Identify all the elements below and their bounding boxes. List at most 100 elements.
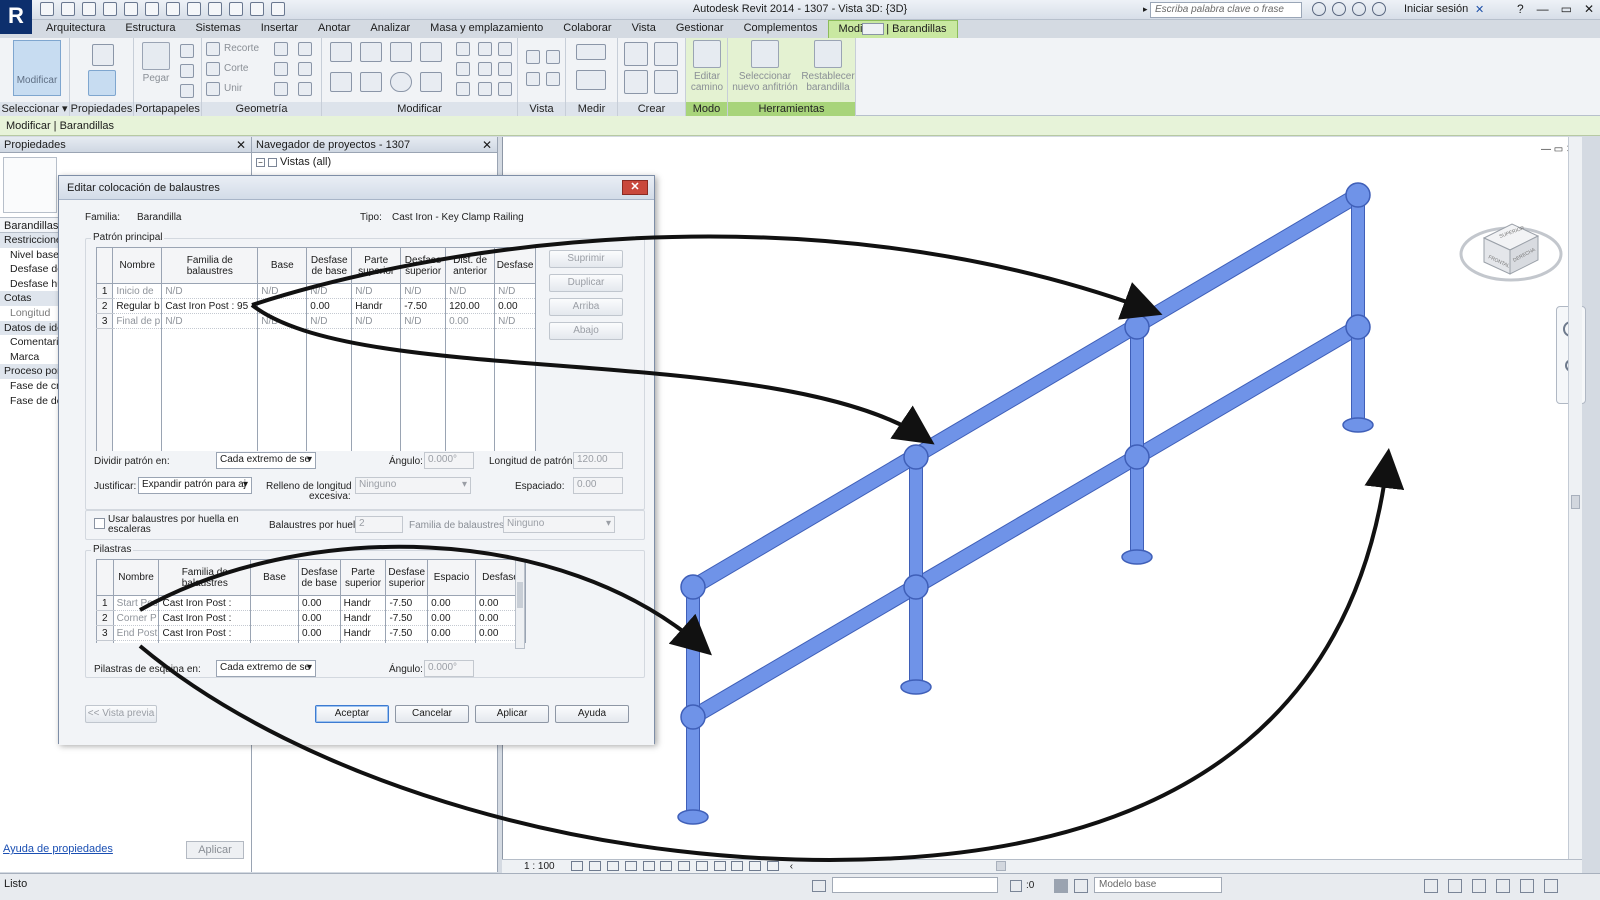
property-row[interactable]: Desfase hu xyxy=(0,277,60,292)
table-cell[interactable]: N/D xyxy=(445,283,496,299)
table-cell[interactable]: Cast Iron Post : xyxy=(158,595,252,611)
tab-estructura[interactable]: Estructura xyxy=(115,20,185,38)
reveal-hidden-icon[interactable] xyxy=(731,861,744,872)
ribbon-minimize-button[interactable] xyxy=(862,23,884,35)
table-cell[interactable]: Handr xyxy=(339,625,387,641)
table-row[interactable]: 2 Corner P Cast Iron Post :0.00 Handr -7.50 0… xyxy=(96,610,527,626)
dimension-icon[interactable] xyxy=(166,2,180,16)
trim-icon[interactable] xyxy=(420,72,442,92)
measure-distance-icon[interactable] xyxy=(576,44,606,60)
filter-count-icon[interactable] xyxy=(1010,880,1022,892)
tab-insertar[interactable]: Insertar xyxy=(251,20,308,38)
create-assembly-icon[interactable] xyxy=(624,42,648,66)
properties-icon[interactable] xyxy=(88,70,116,96)
unpin-icon[interactable] xyxy=(498,42,512,56)
table-cell[interactable]: Regular b xyxy=(112,298,163,314)
property-category[interactable]: Datos de ide xyxy=(0,320,60,336)
select-underlay-icon[interactable] xyxy=(1448,879,1462,893)
cut-geometry-icon[interactable] xyxy=(206,62,220,76)
property-row[interactable]: Marca xyxy=(0,350,60,365)
table-cell[interactable] xyxy=(250,625,299,641)
table-cell[interactable]: Handr xyxy=(339,610,387,626)
table-cell[interactable]: Start Post xyxy=(112,595,160,611)
table-cell[interactable]: N/D xyxy=(161,283,259,299)
mirror-draw-icon[interactable] xyxy=(420,42,442,62)
table-cell[interactable]: 0.00 xyxy=(427,595,476,611)
table-row[interactable]: 1 Start Post Cast Iron Post :0.00 Handr -7.5… xyxy=(96,595,527,611)
property-row[interactable]: Fase de cre xyxy=(0,379,60,394)
copy-icon[interactable] xyxy=(180,64,194,78)
expand-search-icon[interactable]: ▸ xyxy=(1143,4,1148,15)
visual-style-icon[interactable] xyxy=(589,861,602,872)
search-input[interactable]: Escriba palabra clave o frase xyxy=(1150,2,1302,18)
text-icon[interactable] xyxy=(187,2,201,16)
close-icon[interactable]: ✕ xyxy=(1584,2,1594,16)
array-icon[interactable] xyxy=(456,62,470,76)
table-cell[interactable]: N/D xyxy=(306,283,353,299)
delete-row-button[interactable]: Suprimir xyxy=(549,250,623,268)
maximize-icon[interactable]: ▭ xyxy=(1561,2,1572,16)
view-minimize-icon[interactable]: — xyxy=(1541,144,1551,155)
tab-colaborar[interactable]: Colaborar xyxy=(553,20,621,38)
table-cell[interactable]: N/D xyxy=(400,283,447,299)
wall-joins-icon[interactable] xyxy=(274,62,288,76)
communication-icon[interactable] xyxy=(1352,2,1366,16)
table-cell[interactable]: -7.50 xyxy=(385,595,429,611)
property-row[interactable]: Longitud xyxy=(0,306,60,321)
justify-select[interactable]: Expandir patrón para aj xyxy=(138,477,252,494)
crop-view-icon[interactable] xyxy=(660,861,673,872)
type-properties-icon[interactable] xyxy=(92,44,114,66)
baluster-family-select[interactable]: Ninguno xyxy=(503,516,615,533)
tab-arquitectura[interactable]: Arquitectura xyxy=(36,20,115,38)
design-options-icon[interactable] xyxy=(1054,879,1068,893)
drag-on-selection-icon[interactable] xyxy=(1520,879,1534,893)
hide-icon[interactable] xyxy=(526,50,540,64)
excess-length-select[interactable]: Ninguno xyxy=(355,477,471,494)
view-scale[interactable]: 1 : 100 xyxy=(524,861,555,872)
posts-scroll-thumb[interactable] xyxy=(517,582,523,608)
property-category[interactable]: Restriccione xyxy=(0,233,60,248)
property-row[interactable]: Nivel base xyxy=(0,248,60,263)
table-cell[interactable]: N/D xyxy=(494,283,536,299)
table-cell[interactable]: Corner P xyxy=(112,610,160,626)
editable-only-icon[interactable] xyxy=(1074,879,1088,893)
linework-icon[interactable] xyxy=(526,72,540,86)
cut-icon[interactable] xyxy=(180,44,194,58)
table-cell[interactable]: N/D xyxy=(306,313,353,329)
view-restore-icon[interactable]: ▭ xyxy=(1554,144,1563,155)
table-cell[interactable]: -7.50 xyxy=(400,298,447,314)
align-icon[interactable] xyxy=(330,42,352,62)
per-tread-checkbox[interactable] xyxy=(94,518,105,529)
top-fitting-2[interactable] xyxy=(903,444,929,470)
3d-view-icon[interactable] xyxy=(208,2,222,16)
preview-button[interactable]: << Vista previa xyxy=(85,705,157,723)
split-icon[interactable] xyxy=(456,42,470,56)
table-cell[interactable]: 0.00 xyxy=(427,610,476,626)
tab-analizar[interactable]: Analizar xyxy=(360,20,420,38)
tab-complementos[interactable]: Complementos xyxy=(734,20,828,38)
properties-help-link[interactable]: Ayuda de propiedades xyxy=(3,843,113,855)
select-pinned-icon[interactable] xyxy=(1472,879,1486,893)
detail-level-icon[interactable] xyxy=(571,861,584,872)
table-cell[interactable]: 0.00 xyxy=(297,625,341,641)
viewport-vertical-scrollbar[interactable] xyxy=(1568,137,1582,859)
subscription-icon[interactable] xyxy=(1332,2,1346,16)
panel-label-seleccionar[interactable]: Seleccionar ▾ xyxy=(0,102,69,116)
binoculars-icon[interactable] xyxy=(1312,2,1326,16)
measure-icon[interactable] xyxy=(145,2,159,16)
property-category[interactable]: Cotas xyxy=(0,291,60,306)
table-cell[interactable] xyxy=(250,610,299,626)
table-cell[interactable]: Final de p xyxy=(112,313,163,329)
table-cell[interactable]: Cast Iron Post : xyxy=(158,625,252,641)
table-cell[interactable]: N/D xyxy=(351,313,402,329)
pattern-length-input[interactable]: 120.00 xyxy=(573,452,623,469)
horizontal-scroll-thumb[interactable] xyxy=(995,861,1006,872)
table-cell[interactable]: -7.50 xyxy=(385,625,429,641)
save-icon[interactable] xyxy=(61,2,75,16)
extend-icon[interactable] xyxy=(478,82,492,96)
scroll-left-icon[interactable]: ‹ xyxy=(790,861,793,872)
close-browser-icon[interactable]: ✕ xyxy=(482,138,492,152)
close-hidden-icon[interactable] xyxy=(250,2,264,16)
help-icon[interactable]: ? xyxy=(1517,2,1524,16)
tab-modificar-barandillas[interactable]: Modificar | Barandillas xyxy=(827,20,958,38)
